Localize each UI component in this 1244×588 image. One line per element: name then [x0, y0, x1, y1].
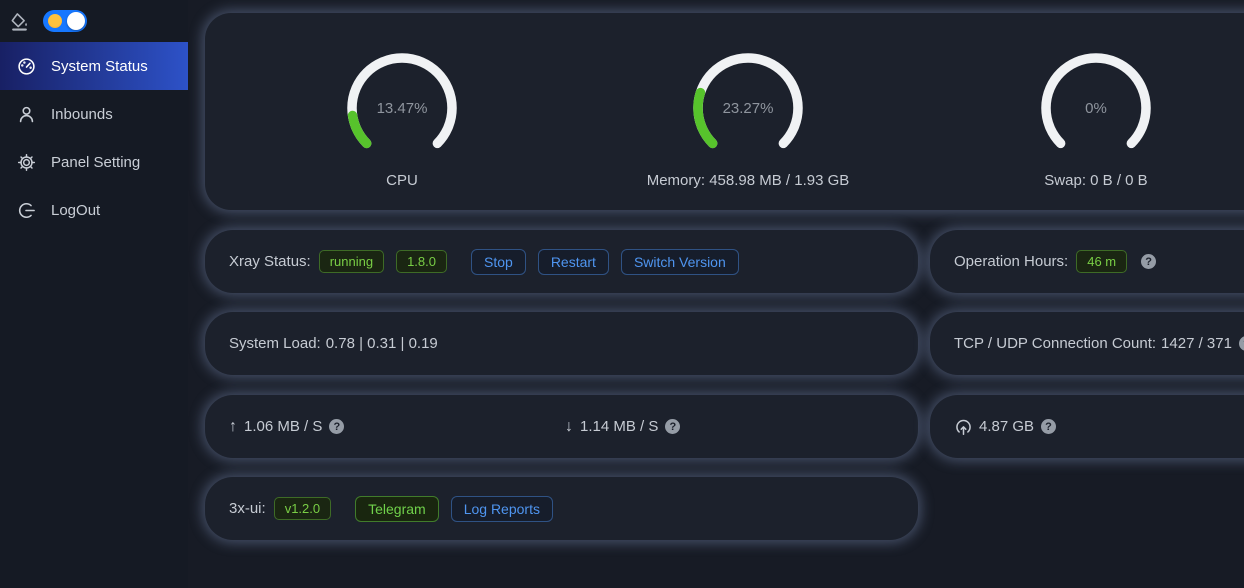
sidebar-item-system-status[interactable]: System Status: [0, 42, 188, 90]
gear-icon: [17, 153, 36, 172]
xray-status-card: Xray Status: running 1.8.0 Stop Restart …: [205, 230, 918, 293]
operation-hours-tag: 46 m: [1076, 250, 1127, 273]
sidebar-item-inbounds[interactable]: Inbounds: [0, 90, 188, 138]
sidebar-top-bar: [0, 0, 188, 42]
help-icon[interactable]: ?: [1239, 336, 1244, 351]
main-content: 13.47% CPU 23.27% Memory: 458.98 MB / 1.…: [188, 0, 1244, 588]
switch-version-button[interactable]: Switch Version: [621, 249, 739, 275]
system-gauges-card: 13.47% CPU 23.27% Memory: 458.98 MB / 1.…: [205, 13, 1244, 210]
gauge-label: Swap: 0 B / 0 B: [986, 172, 1206, 189]
theme-toggle[interactable]: [43, 10, 87, 32]
connection-count-card: TCP / UDP Connection Count: 1427 / 371 ?: [930, 312, 1244, 375]
telegram-button[interactable]: Telegram: [355, 496, 439, 522]
arrow-up-icon: ↑: [229, 418, 237, 436]
user-icon: [17, 105, 36, 124]
operation-hours-label: Operation Hours:: [954, 253, 1068, 270]
system-load-values: 0.78 | 0.31 | 0.19: [326, 335, 438, 352]
total-traffic-value: 4.87 GB: [979, 418, 1034, 435]
sidebar-item-label: LogOut: [51, 202, 100, 219]
help-icon[interactable]: ?: [329, 419, 344, 434]
cpu-gauge: 13.47% CPU: [292, 48, 512, 189]
system-load-card: System Load: 0.78 | 0.31 | 0.19: [205, 312, 918, 375]
help-icon[interactable]: ?: [1141, 254, 1156, 269]
sidebar-item-label: Inbounds: [51, 106, 113, 123]
restart-button[interactable]: Restart: [538, 249, 609, 275]
sun-icon: [48, 14, 62, 28]
swap-gauge: 0% Swap: 0 B / 0 B: [986, 48, 1206, 189]
xray-status-label: Xray Status:: [229, 253, 311, 270]
sidebar-item-label: System Status: [51, 58, 148, 75]
help-icon[interactable]: ?: [1041, 419, 1056, 434]
stop-button[interactable]: Stop: [471, 249, 526, 275]
toggle-knob: [67, 12, 85, 30]
log-reports-button[interactable]: Log Reports: [451, 496, 553, 522]
arrow-down-icon: ↓: [565, 418, 573, 436]
logout-icon: [17, 201, 36, 220]
sidebar: System Status Inbounds: [0, 0, 188, 588]
system-load-label: System Load:: [229, 335, 321, 352]
dashboard-icon: [17, 57, 36, 76]
app-version-card: 3x-ui: v1.2.0 Telegram Log Reports: [205, 477, 918, 540]
sidebar-item-panel-setting[interactable]: Panel Setting: [0, 138, 188, 186]
gauge-value: 23.27%: [638, 100, 858, 117]
connection-count-label: TCP / UDP Connection Count:: [954, 335, 1156, 352]
sidebar-item-logout[interactable]: LogOut: [0, 186, 188, 234]
total-traffic-card: 4.87 GB ?: [930, 395, 1244, 458]
connection-count-value: 1427 / 371: [1161, 335, 1232, 352]
xray-version-tag: 1.8.0: [396, 250, 447, 273]
app-version-tag: v1.2.0: [274, 497, 331, 520]
network-speed-card: ↑ 1.06 MB / S ? ↓ 1.14 MB / S ?: [205, 395, 918, 458]
operation-hours-card: Operation Hours: 46 m ?: [930, 230, 1244, 293]
xray-running-tag: running: [319, 250, 384, 273]
gauge-label: CPU: [292, 172, 512, 189]
bg-colors-icon: [10, 12, 29, 31]
app-name-label: 3x-ui:: [229, 500, 266, 517]
cloud-upload-icon: [954, 417, 973, 436]
gauge-label: Memory: 458.98 MB / 1.93 GB: [638, 172, 858, 189]
download-speed: ↓ 1.14 MB / S ?: [565, 418, 680, 436]
gauge-value: 0%: [986, 100, 1206, 117]
sidebar-menu: System Status Inbounds: [0, 42, 188, 234]
gauge-value: 13.47%: [292, 100, 512, 117]
upload-speed-value: 1.06 MB / S: [244, 418, 322, 435]
help-icon[interactable]: ?: [665, 419, 680, 434]
memory-gauge: 23.27% Memory: 458.98 MB / 1.93 GB: [638, 48, 858, 189]
download-speed-value: 1.14 MB / S: [580, 418, 658, 435]
sidebar-item-label: Panel Setting: [51, 154, 140, 171]
upload-speed: ↑ 1.06 MB / S ?: [229, 418, 344, 436]
